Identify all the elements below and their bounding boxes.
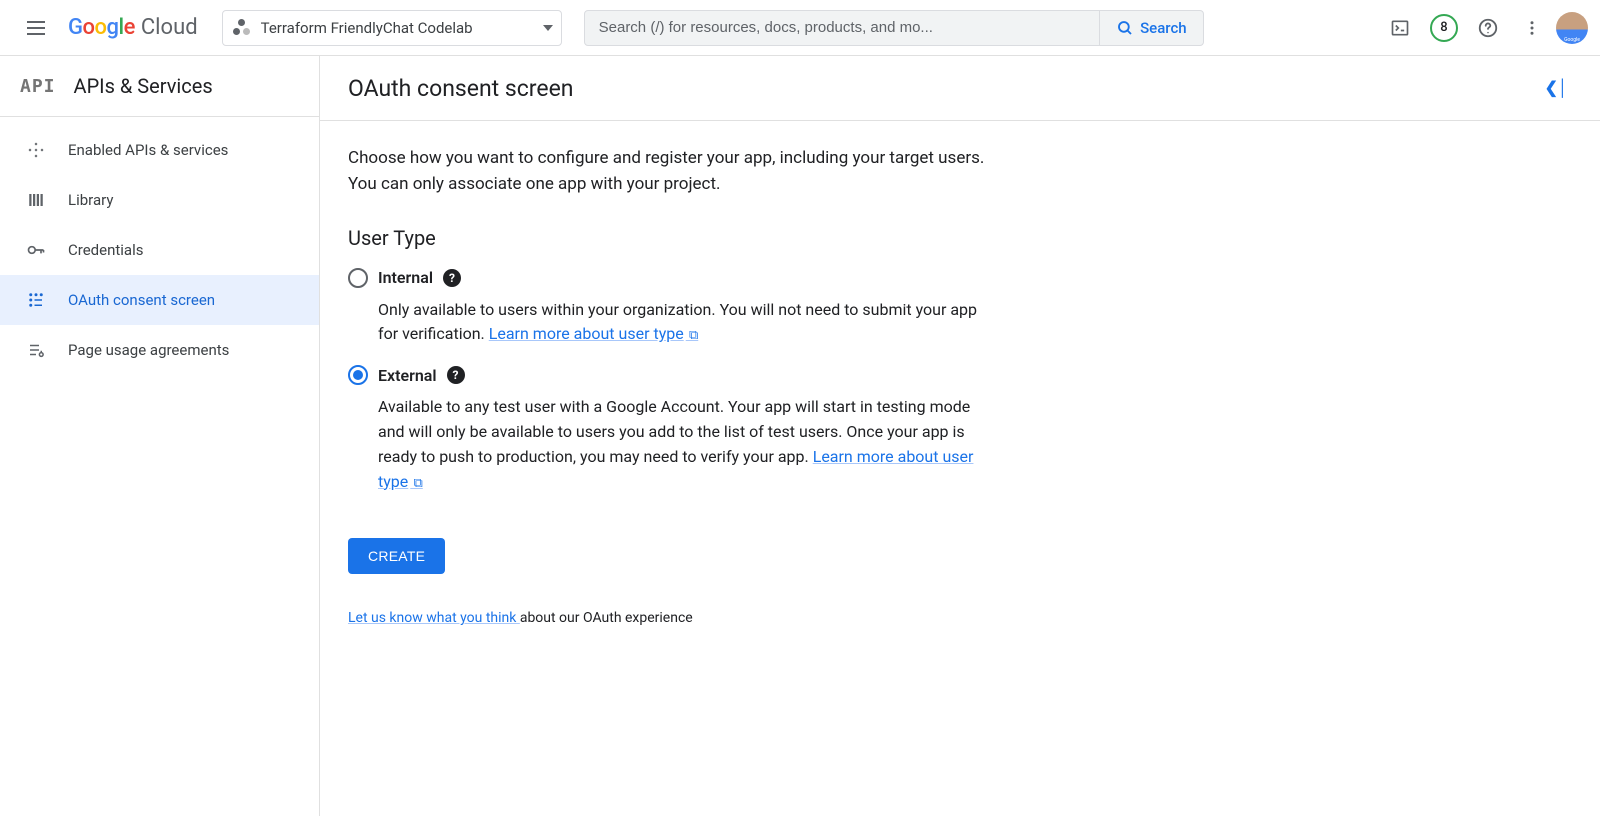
project-name: Terraform FriendlyChat Codelab bbox=[261, 19, 533, 37]
google-cloud-logo[interactable]: Google Cloud bbox=[68, 15, 198, 40]
option-internal-label: Internal bbox=[378, 268, 433, 287]
main-menu-button[interactable] bbox=[12, 4, 60, 52]
main-header: OAuth consent screen ❮│ bbox=[320, 56, 1600, 121]
chevron-down-icon bbox=[543, 25, 553, 31]
project-picker[interactable]: Terraform FriendlyChat Codelab bbox=[222, 10, 562, 46]
search-input[interactable] bbox=[585, 19, 1099, 36]
external-link-icon: ⧉ bbox=[686, 328, 699, 343]
sidebar-header[interactable]: API APIs & Services bbox=[0, 56, 319, 117]
logo-google-text: Google bbox=[68, 15, 135, 40]
help-icon[interactable]: ? bbox=[443, 269, 461, 287]
free-trial-status[interactable]: 8 bbox=[1424, 8, 1464, 48]
consent-icon bbox=[26, 291, 46, 309]
main-content: OAuth consent screen ❮│ Choose how you w… bbox=[320, 56, 1600, 816]
learn-more-internal-link[interactable]: Learn more about user type ⧉ bbox=[489, 324, 699, 343]
sidebar-item-library[interactable]: Library bbox=[0, 175, 319, 225]
option-internal: Internal ? Only available to users withi… bbox=[348, 268, 992, 348]
sidebar-item-enabled-apis[interactable]: Enabled APIs & services bbox=[0, 125, 319, 175]
account-avatar[interactable] bbox=[1556, 12, 1588, 44]
api-logo: API bbox=[20, 76, 56, 97]
cloud-shell-button[interactable] bbox=[1380, 8, 1420, 48]
sidebar-item-label: OAuth consent screen bbox=[68, 291, 215, 309]
agreements-icon bbox=[26, 341, 46, 359]
more-options-button[interactable] bbox=[1512, 8, 1552, 48]
search-bar: Search bbox=[584, 10, 1204, 46]
header: Google Cloud Terraform FriendlyChat Code… bbox=[0, 0, 1600, 56]
hamburger-icon bbox=[27, 21, 45, 35]
sidebar-item-label: Page usage agreements bbox=[68, 341, 229, 359]
library-icon bbox=[26, 191, 46, 209]
sidebar-item-page-usage-agreements[interactable]: Page usage agreements bbox=[0, 325, 319, 375]
page-title: OAuth consent screen bbox=[348, 75, 574, 102]
help-icon[interactable]: ? bbox=[447, 366, 465, 384]
radio-internal[interactable] bbox=[348, 268, 368, 288]
option-external-label: External bbox=[378, 366, 437, 385]
user-type-heading: User Type bbox=[348, 226, 992, 250]
option-internal-description: Only available to users within your orga… bbox=[378, 298, 992, 348]
feedback-line: Let us know what you think about our OAu… bbox=[348, 610, 992, 626]
sidebar-item-label: Enabled APIs & services bbox=[68, 141, 228, 159]
sidebar-item-label: Library bbox=[68, 191, 113, 209]
radio-external[interactable] bbox=[348, 365, 368, 385]
help-button[interactable] bbox=[1468, 8, 1508, 48]
sidebar-title: APIs & Services bbox=[74, 74, 213, 98]
option-external: External ? Available to any test user wi… bbox=[348, 365, 992, 494]
sidebar-item-label: Credentials bbox=[68, 241, 143, 259]
sidebar-nav: Enabled APIs & services Library Credenti… bbox=[0, 117, 319, 375]
trial-badge: 8 bbox=[1430, 14, 1458, 42]
sidebar-item-oauth-consent[interactable]: OAuth consent screen bbox=[0, 275, 319, 325]
option-external-description: Available to any test user with a Google… bbox=[378, 395, 992, 494]
terminal-icon bbox=[1390, 18, 1410, 38]
search-button-label: Search bbox=[1140, 19, 1187, 37]
hide-info-panel-button[interactable]: ❮│ bbox=[1541, 74, 1572, 102]
sidebar-item-credentials[interactable]: Credentials bbox=[0, 225, 319, 275]
create-button[interactable]: CREATE bbox=[348, 538, 445, 574]
header-right: 8 bbox=[1380, 8, 1588, 48]
external-link-icon: ⧉ bbox=[410, 476, 423, 491]
search-button[interactable]: Search bbox=[1099, 11, 1203, 45]
logo-cloud-text: Cloud bbox=[141, 15, 198, 40]
intro-text: Choose how you want to configure and reg… bbox=[348, 145, 992, 198]
key-icon bbox=[26, 240, 46, 260]
sidebar: API APIs & Services Enabled APIs & servi… bbox=[0, 56, 320, 816]
project-icon bbox=[233, 19, 251, 37]
kebab-icon bbox=[1523, 19, 1541, 37]
search-icon bbox=[1116, 19, 1134, 37]
feedback-link[interactable]: Let us know what you think bbox=[348, 610, 520, 626]
api-dashboard-icon bbox=[26, 141, 46, 159]
help-icon bbox=[1477, 17, 1499, 39]
